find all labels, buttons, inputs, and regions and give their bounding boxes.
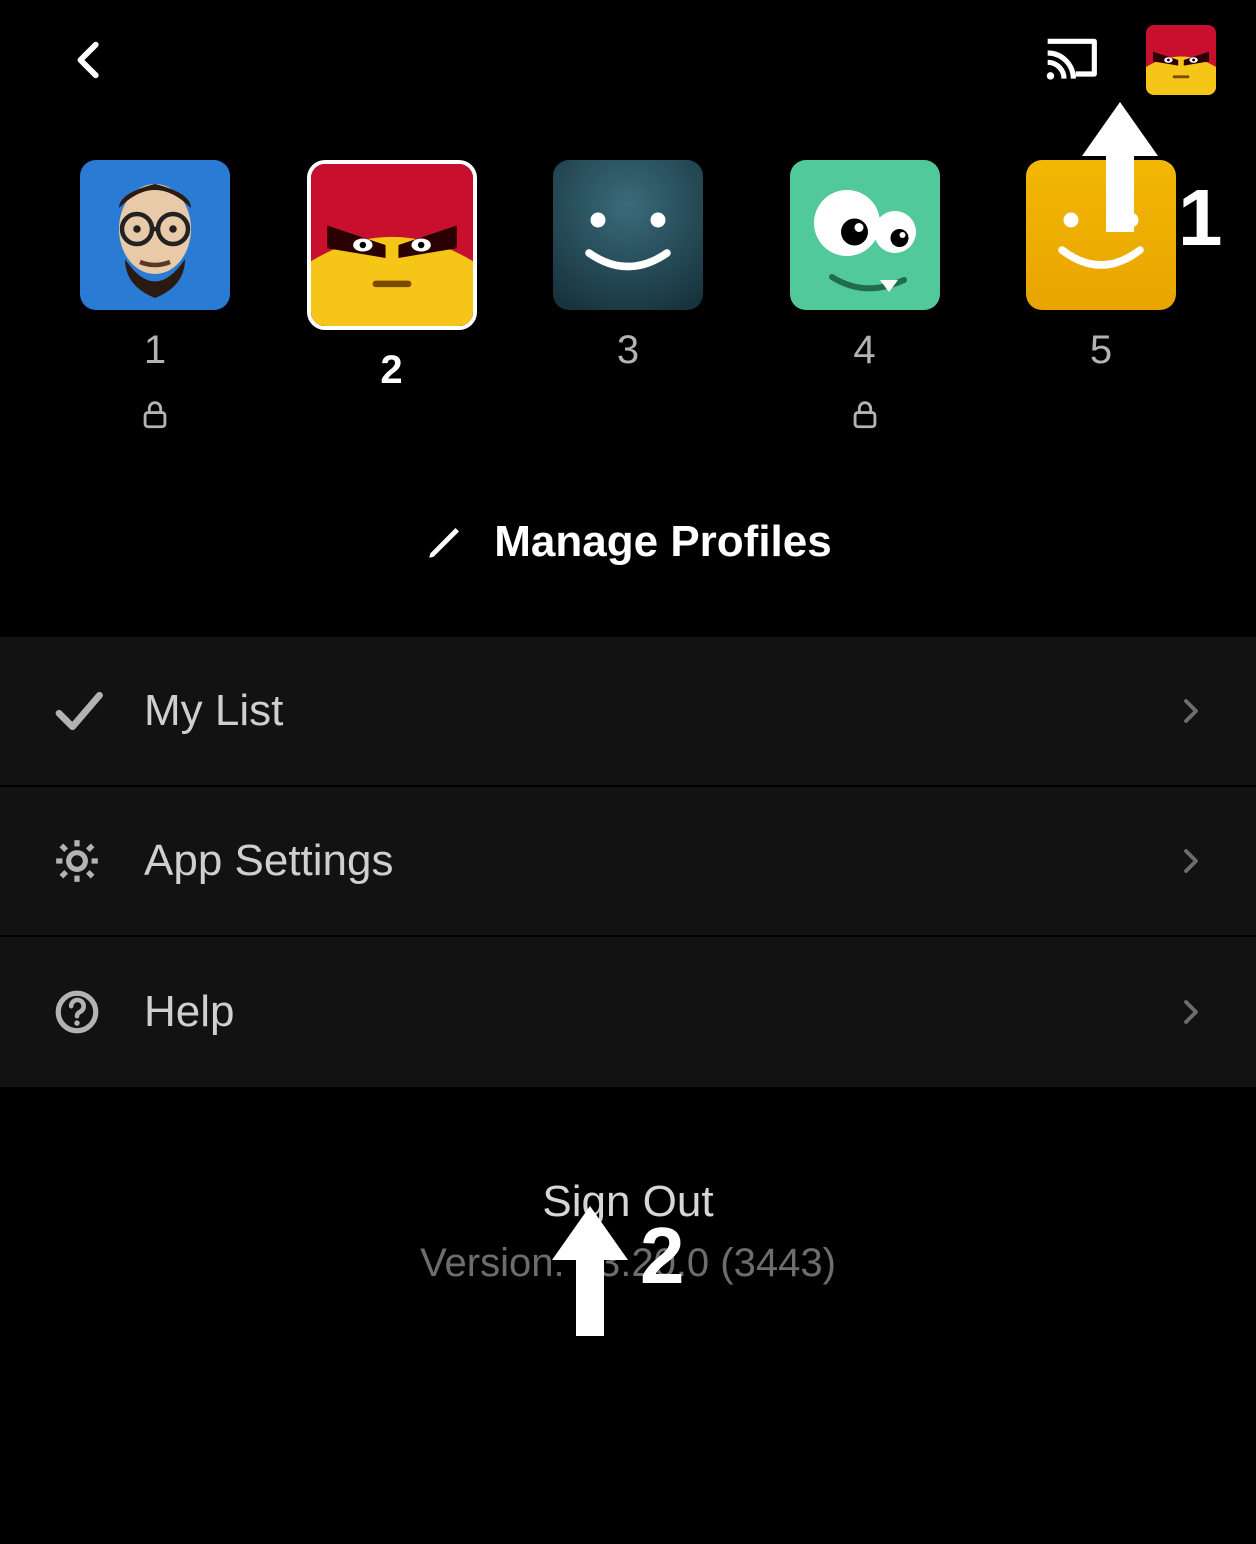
profile-lock-icon (848, 391, 882, 437)
help-icon (50, 985, 104, 1039)
menu-item-my-list[interactable]: My List (0, 637, 1256, 787)
chevron-right-icon (1176, 696, 1206, 726)
header-profile-avatar[interactable] (1146, 25, 1216, 95)
check-icon (50, 684, 104, 738)
chevron-left-icon (67, 37, 113, 83)
menu-item-help[interactable]: Help (0, 937, 1256, 1087)
profile-label: 3 (617, 328, 639, 373)
settings-menu: My List App Settings Help (0, 637, 1256, 1087)
annotation-arrow-1 (1080, 102, 1160, 232)
menu-item-label: My List (144, 686, 1136, 736)
profile-label: 2 (380, 348, 402, 393)
profile-4[interactable]: 4 (780, 160, 950, 457)
profile-avatar (307, 160, 477, 330)
profiles-row: 1 2 3 (0, 120, 1256, 457)
profile-3[interactable]: 3 (543, 160, 713, 457)
gear-icon (50, 834, 104, 888)
profile-label: 4 (853, 328, 875, 373)
annotation-arrow-2 (550, 1206, 630, 1336)
annotation-number-2: 2 (640, 1210, 685, 1302)
profile-2[interactable]: 2 (307, 160, 477, 457)
profile-avatar (553, 160, 703, 310)
profile-1[interactable]: 1 (70, 160, 240, 457)
menu-item-label: Help (144, 987, 1136, 1037)
chevron-right-icon (1176, 846, 1206, 876)
cast-button[interactable] (1036, 30, 1106, 90)
manage-profiles-label: Manage Profiles (494, 517, 831, 567)
header (0, 0, 1256, 120)
chevron-right-icon (1176, 997, 1206, 1027)
pencil-icon (424, 521, 466, 563)
profile-label: 1 (144, 328, 166, 373)
cast-icon (1039, 32, 1103, 88)
profile-avatar (790, 160, 940, 310)
menu-item-app-settings[interactable]: App Settings (0, 787, 1256, 937)
manage-profiles-button[interactable]: Manage Profiles (0, 457, 1256, 637)
profile-lock-icon (138, 391, 172, 437)
profile-label: 5 (1090, 328, 1112, 373)
profile-avatar (80, 160, 230, 310)
menu-item-label: App Settings (144, 836, 1136, 886)
back-button[interactable] (60, 30, 120, 90)
annotation-number-1: 1 (1178, 172, 1223, 264)
